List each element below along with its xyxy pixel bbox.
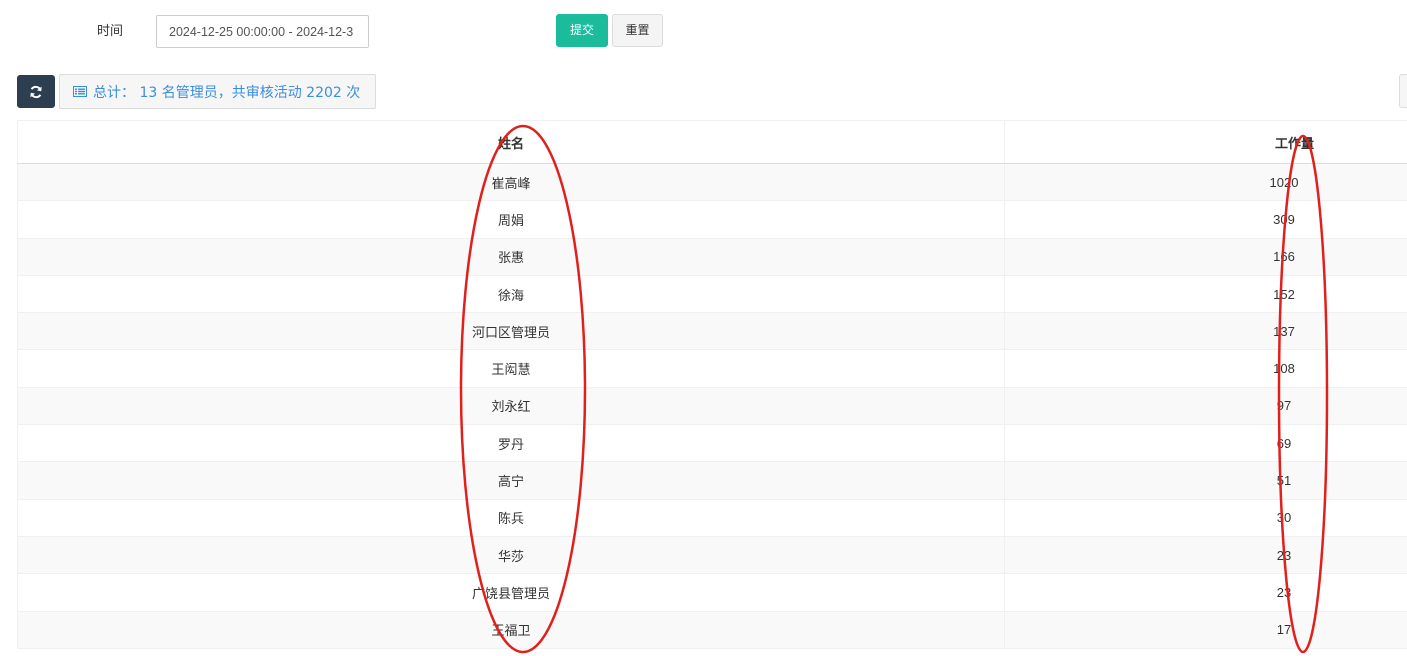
name-cell: 王闳慧 [17,349,1005,388]
name-cell: 张惠 [17,238,1005,276]
workload-value: 69 [1276,435,1292,451]
table-row: 周娟 309 [17,200,1407,239]
name-cell: 周娟 [17,200,1005,239]
table-row: 王闳慧 108 [17,349,1407,388]
workload-cell: 309 [1004,200,1407,239]
workload-cell: 69 [1004,424,1407,463]
workload-cell: 17 [1004,611,1407,649]
workload-value: 166 [1273,249,1295,265]
workload-cell: 166 [1004,238,1407,276]
table-row: 陈兵 30 [17,499,1407,537]
workload-value: 23 [1276,584,1292,600]
admin-workload-page: 时间 提交 重置 总计： 13 名管理员，共审核活动 2202 次 [0,0,1407,656]
name-cell: 广饶县管理员 [17,573,1005,612]
table-row: 徐海 152 [17,275,1407,314]
workload-value: 108 [1273,361,1295,377]
table-row: 王福卫 17 [17,611,1407,649]
submit-button[interactable]: 提交 [556,14,608,47]
workload-cell: 23 [1004,573,1407,612]
workload-cell: 1020 [1004,163,1407,202]
workload-cell: 30 [1004,499,1407,537]
workload-value: 23 [1276,547,1292,563]
table-row: 广饶县管理员 23 [17,573,1407,612]
table-row: 崔高峰 1020 [17,163,1407,202]
table-row: 河口区管理员 137 [17,312,1407,351]
column-header-name[interactable]: 姓名 [17,120,1005,164]
table-row: 高宁 51 [17,461,1407,500]
refresh-icon [30,85,42,98]
workload-value: 97 [1276,398,1292,414]
table-row: 华莎 23 [17,536,1407,575]
table-row: 罗丹 69 [17,424,1407,463]
workload-value: 17 [1276,622,1292,638]
workload-table: 姓名 工作量 崔高峰 1020 周娟 309 张惠 166 徐海 152 河口区管理员 1… [17,120,1407,649]
name-cell: 徐海 [17,275,1005,314]
table-row: 张惠 166 [17,238,1407,276]
name-cell: 河口区管理员 [17,312,1005,351]
column-header-workload[interactable]: 工作量 [1004,120,1407,164]
workload-value: 309 [1273,211,1295,227]
workload-cell: 152 [1004,275,1407,314]
workload-value: 152 [1273,286,1295,302]
reset-button[interactable]: 重置 [612,14,663,47]
workload-cell: 23 [1004,536,1407,575]
workload-cell: 97 [1004,387,1407,426]
name-cell: 高宁 [17,461,1005,500]
list-alt-icon [73,86,87,97]
name-cell: 刘永红 [17,387,1005,426]
time-label: 时间 [97,24,124,39]
summary-badge: 总计： 13 名管理员，共审核活动 2202 次 [59,74,376,109]
time-range-input[interactable] [156,15,369,48]
table-header-row: 姓名 工作量 [17,120,1407,164]
workload-value: 30 [1276,510,1292,526]
name-cell: 华莎 [17,536,1005,575]
workload-value: 51 [1276,473,1292,489]
workload-value: 137 [1273,323,1295,339]
name-cell: 王福卫 [17,611,1005,649]
refresh-button[interactable] [17,75,55,108]
toolbar-right-button[interactable] [1399,74,1407,108]
workload-cell: 51 [1004,461,1407,500]
workload-value: 1020 [1269,174,1299,190]
workload-cell: 137 [1004,312,1407,351]
summary-text: 总计： 13 名管理员，共审核活动 2202 次 [93,84,361,101]
workload-cell: 108 [1004,349,1407,388]
name-cell: 罗丹 [17,424,1005,463]
table-row: 刘永红 97 [17,387,1407,426]
name-cell: 陈兵 [17,499,1005,537]
name-cell: 崔高峰 [17,163,1005,202]
